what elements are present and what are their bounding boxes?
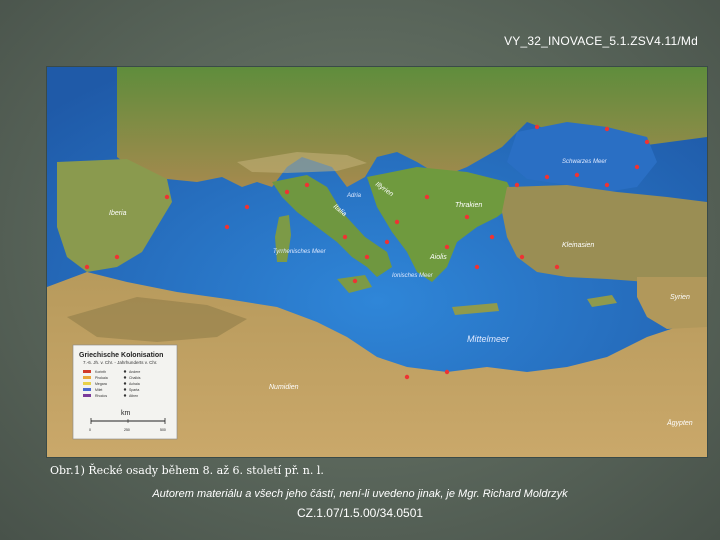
legend-dot bbox=[123, 394, 127, 397]
legend-swatch bbox=[83, 376, 91, 379]
material-code: VY_32_INOVACE_5.1.ZSV4.11/Md bbox=[504, 34, 698, 48]
region-label-thrakien: Thrakien bbox=[455, 202, 482, 209]
colony-marker bbox=[352, 278, 358, 284]
legend-item: Korinth bbox=[95, 370, 106, 374]
colony-marker bbox=[534, 124, 540, 130]
legend-swatch bbox=[83, 394, 91, 397]
legend-item: Rhodos bbox=[95, 394, 107, 398]
colony-marker bbox=[604, 126, 610, 132]
legend-subtitle: 7.-6. Jh. v. Chr. - Jahrhunderts v. Chr. bbox=[83, 360, 157, 365]
sea-label-adriatic: Adria bbox=[346, 193, 362, 199]
legend-km-label: km bbox=[121, 410, 131, 417]
colony-marker bbox=[474, 264, 480, 270]
legend-swatch bbox=[83, 388, 91, 391]
colony-marker bbox=[544, 174, 550, 180]
colony-marker bbox=[394, 219, 400, 225]
colony-marker bbox=[342, 234, 348, 240]
scale-tick: 500 bbox=[160, 428, 166, 432]
colony-marker bbox=[554, 264, 560, 270]
colony-marker bbox=[244, 204, 250, 210]
scale-tick: 250 bbox=[124, 428, 130, 432]
colony-marker bbox=[634, 164, 640, 170]
region-label-aegypten: Ägypten bbox=[666, 419, 693, 427]
legend-dot bbox=[123, 370, 127, 373]
asia-minor-landmass bbox=[502, 185, 707, 282]
figure-caption: Obr.1) Řecké osady během 8. až 6. stolet… bbox=[50, 464, 324, 477]
sea-label-tyrrhenian: Tyrrhenisches Meer bbox=[273, 249, 327, 255]
colony-marker bbox=[304, 182, 310, 188]
colony-marker bbox=[384, 239, 390, 245]
legend-dot bbox=[123, 388, 127, 391]
colony-marker bbox=[464, 214, 470, 220]
project-number: CZ.1.07/1.5.00/34.0501 bbox=[296, 506, 424, 520]
colony-marker bbox=[489, 234, 495, 240]
colony-marker bbox=[84, 264, 90, 270]
colony-marker bbox=[574, 172, 580, 178]
legend-item: Athen bbox=[129, 394, 138, 398]
map-legend: Griechische Kolonisation 7.-6. Jh. v. Ch… bbox=[72, 344, 178, 440]
legend-swatch bbox=[83, 370, 91, 373]
sea-label-black-sea: Schwarzes Meer bbox=[562, 159, 608, 165]
colony-marker bbox=[444, 369, 450, 375]
colony-marker bbox=[164, 194, 170, 200]
colony-marker bbox=[519, 254, 525, 260]
colony-marker bbox=[644, 139, 650, 145]
author-credit: Autorem materiálu a všech jeho částí, ne… bbox=[152, 488, 568, 500]
legend-item: Phokaia bbox=[95, 376, 108, 380]
legend-item: Sparta bbox=[129, 388, 139, 392]
legend-item: Achaia bbox=[129, 382, 140, 386]
region-label-aiolis: Aiolis bbox=[429, 254, 447, 261]
region-label-kleinasien: Kleinasien bbox=[562, 242, 594, 249]
legend-dot bbox=[123, 376, 127, 379]
legend-swatch bbox=[83, 382, 91, 385]
colony-marker bbox=[444, 244, 450, 250]
legend-item: Andere bbox=[129, 370, 140, 374]
legend-title: Griechische Kolonisation bbox=[79, 352, 163, 359]
colony-marker bbox=[514, 182, 520, 188]
scale-tick: 0 bbox=[89, 428, 91, 432]
sea-label-mediterranean: Mittelmeer bbox=[467, 334, 510, 344]
region-label-numidien: Numidien bbox=[269, 384, 299, 391]
legend-dot bbox=[123, 382, 127, 385]
colony-marker bbox=[604, 182, 610, 188]
colony-marker bbox=[114, 254, 120, 260]
colony-marker bbox=[284, 189, 290, 195]
sea-label-ionian: Ionisches Meer bbox=[392, 273, 434, 279]
colony-marker bbox=[224, 224, 230, 230]
legend-item: Milet bbox=[95, 388, 102, 392]
mediterranean-map: Iberia Thrakien Kleinasien Aiolis Syrien… bbox=[47, 67, 707, 457]
legend-item: Chalkis bbox=[129, 376, 141, 380]
map-image: Iberia Thrakien Kleinasien Aiolis Syrien… bbox=[46, 66, 708, 458]
legend-item: Megara bbox=[95, 382, 107, 386]
colony-marker bbox=[364, 254, 370, 260]
colony-marker bbox=[404, 374, 410, 380]
region-label-syrien: Syrien bbox=[670, 294, 690, 301]
colony-marker bbox=[424, 194, 430, 200]
region-label-iberia: Iberia bbox=[109, 210, 127, 217]
